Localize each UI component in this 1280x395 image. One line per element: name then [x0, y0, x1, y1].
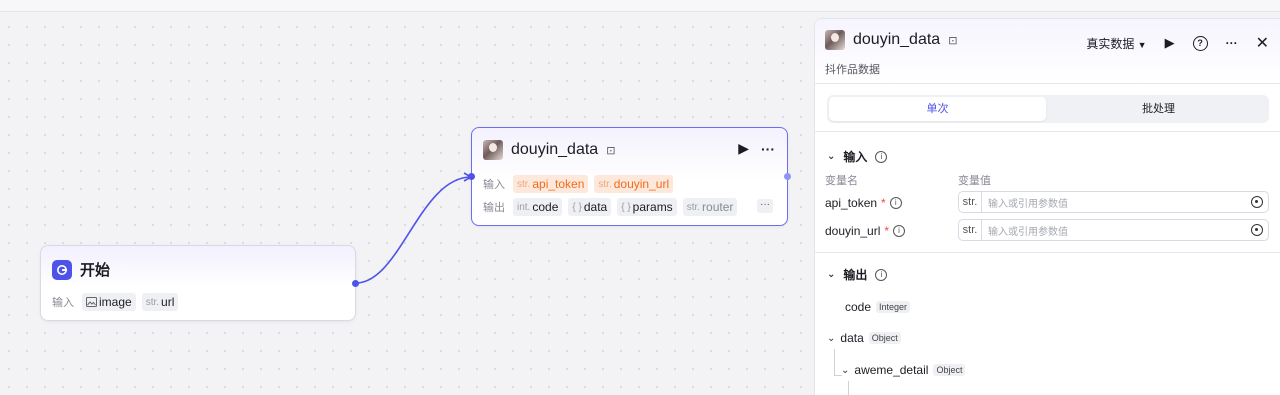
api-token-placeholder: 输入或引用参数值 [988, 198, 1068, 210]
close-icon[interactable]: ✕ [1256, 33, 1269, 53]
reference-picker-icon[interactable] [1251, 224, 1263, 236]
douyin-url-placeholder: 输入或引用参数值 [988, 226, 1068, 238]
start-icon [52, 259, 72, 280]
plugin-avatar [483, 140, 503, 160]
douyin-data-node[interactable]: douyin_data ⊡ ▶ ··· 输入 str. api_token str… [468, 127, 791, 226]
chevron-down-icon[interactable]: ⌄ [827, 333, 835, 344]
douyin-input-port[interactable] [468, 173, 475, 180]
panel-header: douyin_data ⊡ 抖作品数据 真实数据 ▼ ▶ ? ··· ✕ [815, 19, 1280, 84]
chevron-down-icon: ⌄ [827, 269, 836, 280]
api-token-field[interactable]: str. 输入或引用参数值 [958, 191, 1269, 213]
tree-connector [834, 349, 835, 375]
tree-connector [848, 381, 849, 395]
output-code: int. code [513, 198, 563, 216]
more-icon[interactable]: ··· [761, 141, 775, 157]
douyin-output-label: 输出 [483, 202, 505, 214]
col-header-name: 变量名 [825, 175, 858, 187]
run-icon[interactable]: ▶ [738, 140, 749, 157]
start-output-image: image [82, 293, 136, 311]
panel-title: douyin_data [853, 31, 941, 48]
reference-picker-icon[interactable] [1251, 196, 1263, 208]
panel-plugin-avatar [825, 30, 845, 50]
info-icon[interactable]: i [893, 225, 906, 237]
type-badge: Object [868, 332, 901, 344]
output-item-aweme-detail[interactable]: ⌄ aweme_detail Object [841, 363, 966, 377]
start-node-title: 开始 [80, 262, 111, 279]
type-indicator: str. [959, 192, 982, 212]
input-api-token: str. api_token [513, 175, 589, 193]
output-router: str. router [682, 198, 738, 216]
panel-description: 抖作品数据 [825, 64, 880, 76]
var-name-douyin-url: douyin_url * i [825, 224, 906, 238]
douyin-node-title: douyin_data [511, 141, 599, 158]
chevron-down-icon[interactable]: ⌄ [841, 365, 849, 376]
output-data: { } data [568, 198, 612, 216]
input-douyin-url: str. douyin_url [594, 175, 674, 193]
chevron-down-icon: ⌄ [827, 151, 836, 162]
mode-select[interactable]: 真实数据 ▼ [1086, 35, 1146, 52]
info-icon[interactable]: i [889, 197, 902, 209]
start-node[interactable]: 开始 输入 image str. url [40, 245, 359, 321]
output-item-code: code Integer [845, 300, 911, 314]
start-input-label: 输入 [52, 297, 74, 309]
col-header-value: 变量值 [958, 175, 991, 187]
info-icon[interactable]: i [875, 268, 888, 281]
chevron-down-icon: ▼ [1137, 39, 1147, 50]
type-badge: Integer [876, 301, 911, 313]
start-output-port[interactable] [352, 280, 359, 287]
plugin-badge-icon: ⊡ [606, 144, 616, 157]
panel-more-icon[interactable]: ··· [1226, 36, 1238, 50]
info-icon[interactable]: i [875, 150, 888, 163]
type-indicator: str. [959, 220, 982, 240]
divider [815, 131, 1280, 132]
douyin-url-field[interactable]: str. 输入或引用参数值 [958, 219, 1269, 241]
help-icon[interactable]: ? [1192, 35, 1208, 51]
divider [815, 252, 1280, 253]
douyin-input-label: 输入 [483, 179, 505, 191]
tab-single[interactable]: 单次 [829, 97, 1046, 121]
tab-batch[interactable]: 批处理 [1050, 97, 1267, 121]
node-test-panel: douyin_data ⊡ 抖作品数据 真实数据 ▼ ▶ ? ··· ✕ 单次 … [814, 18, 1280, 395]
panel-run-icon[interactable]: ▶ [1165, 35, 1175, 51]
more-outputs-button[interactable]: ··· [757, 199, 773, 213]
image-icon [86, 297, 97, 307]
output-item-data[interactable]: ⌄ data Object [827, 331, 901, 345]
run-mode-tabs: 单次 批处理 [827, 95, 1269, 123]
input-section-title: 输入 [843, 150, 868, 164]
output-params: { } params [617, 198, 677, 216]
var-name-api-token: api_token * i [825, 196, 902, 210]
panel-plugin-badge-icon: ⊡ [948, 34, 958, 47]
input-section-header[interactable]: ⌄ 输入 i [827, 148, 888, 165]
type-badge: Object [933, 364, 966, 376]
output-section-title: 输出 [843, 268, 868, 282]
douyin-output-port[interactable] [784, 173, 791, 180]
start-output-url: str. url [141, 293, 179, 311]
output-section-header[interactable]: ⌄ 输出 i [827, 266, 888, 283]
